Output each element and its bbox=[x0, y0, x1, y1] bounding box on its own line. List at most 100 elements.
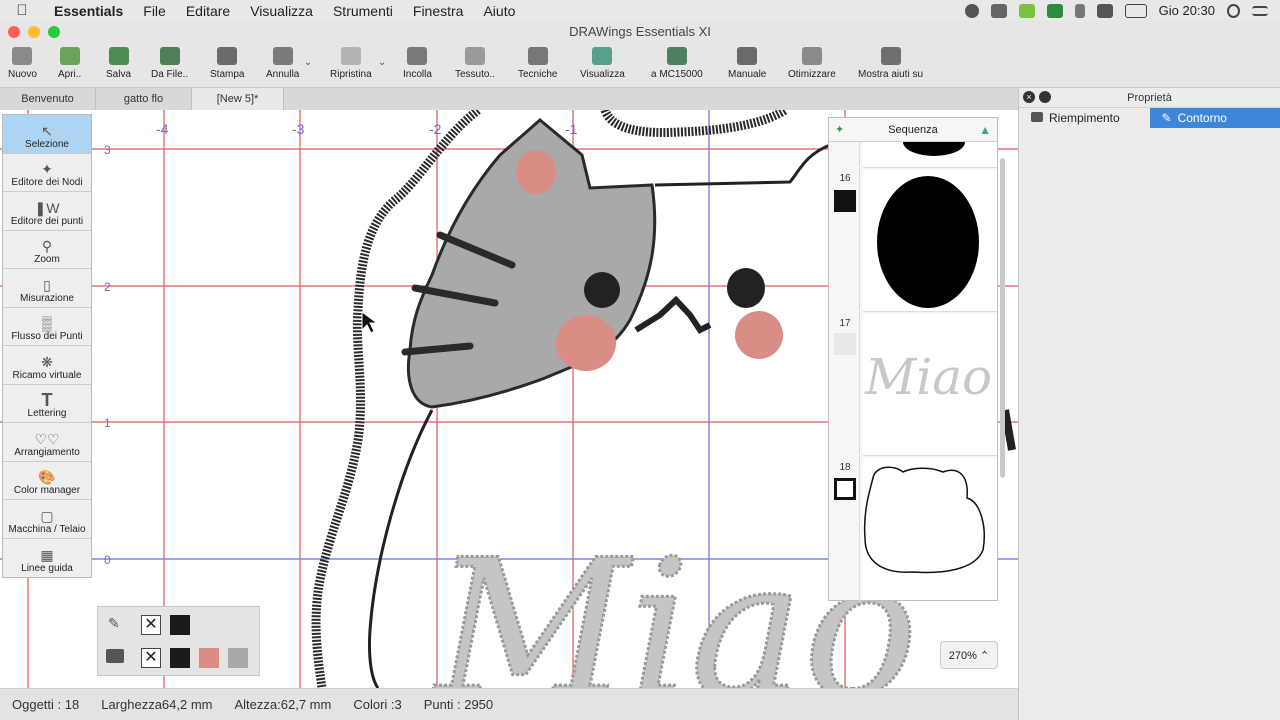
minimize-window-icon[interactable] bbox=[28, 26, 40, 38]
save-icon bbox=[108, 47, 129, 65]
show-help-button[interactable]: Mostra aiuti su bbox=[858, 47, 923, 80]
tool-lettering[interactable]: T Lettering bbox=[3, 385, 91, 423]
no-outline-swatch[interactable]: ✕ bbox=[141, 615, 161, 635]
new-document-icon bbox=[12, 47, 33, 65]
zoom-window-icon[interactable] bbox=[48, 26, 60, 38]
sequence-item[interactable] bbox=[863, 170, 997, 312]
tool-measure[interactable]: ▯ Misurazione bbox=[3, 269, 91, 308]
window-titlebar: DRAWings Essentials XI bbox=[0, 21, 1280, 43]
sequence-item[interactable] bbox=[863, 458, 997, 600]
app-c-icon[interactable] bbox=[1046, 3, 1063, 18]
status-colors: Colori :3 bbox=[353, 697, 402, 712]
techniques-button[interactable]: Tecniche bbox=[518, 47, 557, 80]
no-fill-swatch[interactable]: ✕ bbox=[141, 648, 161, 668]
sequence-item-number: 16 bbox=[839, 173, 851, 184]
new-button[interactable]: Nuovo bbox=[8, 47, 37, 80]
tool-node-editor[interactable]: ✦ Editore dei Nodi bbox=[3, 154, 91, 192]
tool-stitch-flow[interactable]: ▒ Flusso dei Punti bbox=[3, 308, 91, 346]
menu-view[interactable]: Visualizza bbox=[240, 3, 323, 19]
ruler-y-label: 0 bbox=[104, 553, 111, 567]
outline-black-swatch[interactable] bbox=[170, 615, 190, 635]
color-swatch-outline[interactable] bbox=[834, 478, 856, 500]
print-button[interactable]: Stampa bbox=[210, 47, 244, 80]
paste-button[interactable]: Incolla bbox=[403, 47, 432, 80]
redo-dropdown-chevron-icon[interactable]: ⌄ bbox=[378, 57, 386, 68]
cat-mouth bbox=[634, 295, 712, 334]
apple-icon[interactable]:  bbox=[0, 2, 44, 19]
menu-file[interactable]: File bbox=[133, 3, 176, 19]
sequence-item[interactable]: Miao bbox=[863, 314, 997, 456]
properties-title: Proprietà bbox=[1127, 92, 1172, 104]
outline-pencil-icon: ✎ bbox=[108, 615, 120, 631]
tool-zoom[interactable]: ⚲ Zoom bbox=[3, 231, 91, 269]
tab-fill[interactable]: Riempimento bbox=[1019, 108, 1150, 128]
color-swatch-black[interactable] bbox=[834, 190, 856, 212]
optimize-button[interactable]: Otimizzare bbox=[788, 47, 836, 80]
menu-window[interactable]: Finestra bbox=[403, 3, 474, 19]
manual-button[interactable]: Manuale bbox=[728, 47, 766, 80]
tool-arrangement[interactable]: ♡♡ Arrangiamento bbox=[3, 423, 91, 462]
techniques-icon bbox=[527, 47, 548, 65]
detach-panel-icon[interactable] bbox=[1039, 91, 1051, 103]
undo-button[interactable]: Annulla bbox=[266, 47, 299, 80]
menu-app[interactable]: Essentials bbox=[44, 3, 133, 19]
status-points: Punti : 2950 bbox=[423, 697, 494, 712]
paste-icon bbox=[407, 47, 428, 65]
tool-virtual-embroidery[interactable]: ❋ Ricamo virtuale bbox=[3, 346, 91, 385]
cat-eye bbox=[727, 268, 765, 308]
menu-help[interactable]: Aiuto bbox=[473, 3, 525, 19]
import-file-icon bbox=[159, 47, 180, 65]
sequence-collapse-icon[interactable]: ▲ bbox=[979, 118, 991, 142]
tab-new-5[interactable]: [New 5]* bbox=[192, 88, 284, 110]
guidelines-icon: ▦ bbox=[40, 547, 54, 563]
tab-welcome[interactable]: Benvenuto bbox=[0, 88, 96, 110]
edge-stitches bbox=[1001, 409, 1016, 451]
clock[interactable]: Gio 20:30 bbox=[1159, 3, 1215, 18]
sequence-item-partial[interactable] bbox=[863, 142, 997, 168]
ruler-icon: ▯ bbox=[43, 276, 51, 293]
running-line bbox=[654, 143, 831, 187]
control-center-icon[interactable] bbox=[1252, 5, 1268, 16]
undo-dropdown-chevron-icon[interactable]: ⌄ bbox=[304, 57, 312, 68]
tool-color-manager[interactable]: 🎨 Color manager bbox=[3, 462, 91, 500]
view-button[interactable]: Visualizza bbox=[580, 47, 625, 80]
sequence-scrollbar[interactable] bbox=[1000, 158, 1005, 478]
menu-edit[interactable]: Editare bbox=[176, 3, 240, 19]
machine-icon bbox=[666, 47, 687, 65]
cloud-icon[interactable] bbox=[990, 3, 1007, 18]
wifi-icon[interactable] bbox=[1096, 3, 1113, 18]
menu-tools[interactable]: Strumenti bbox=[323, 3, 403, 19]
close-window-icon[interactable] bbox=[8, 26, 20, 38]
key-icon[interactable] bbox=[1018, 3, 1035, 18]
hoop-icon: ▢ bbox=[40, 507, 54, 524]
redo-button[interactable]: Ripristina bbox=[330, 47, 372, 80]
sequence-add-icon[interactable]: ✦ bbox=[835, 118, 844, 142]
fill-black-swatch[interactable] bbox=[170, 648, 190, 668]
tool-guidelines[interactable]: ▦ Linee guida bbox=[3, 539, 91, 578]
fill-bucket-icon bbox=[106, 649, 124, 663]
open-button[interactable]: Apri.. bbox=[58, 47, 81, 80]
fill-gray-swatch[interactable] bbox=[228, 648, 248, 668]
fabric-button[interactable]: Tessuto.. bbox=[455, 47, 495, 80]
battery-icon[interactable] bbox=[1124, 3, 1147, 18]
ruler-x-label: -4 bbox=[156, 121, 169, 137]
color-swatch-gray[interactable] bbox=[834, 333, 856, 355]
spotlight-icon[interactable] bbox=[1227, 3, 1240, 18]
fill-pink-swatch[interactable] bbox=[199, 648, 219, 668]
bluetooth-icon[interactable] bbox=[1074, 3, 1085, 18]
record-icon[interactable] bbox=[964, 3, 979, 18]
tool-selection[interactable]: ↖ Selezione bbox=[3, 115, 91, 154]
tab-outline[interactable]: ✎ Contorno bbox=[1149, 108, 1280, 128]
from-file-button[interactable]: Da File.. bbox=[151, 47, 188, 80]
tool-machine-hoop[interactable]: ▢ Macchina / Telaio bbox=[3, 500, 91, 539]
zoom-level[interactable]: 270% ⌃ bbox=[940, 641, 998, 669]
open-folder-icon bbox=[59, 47, 80, 65]
tab-gatto-flo[interactable]: gatto flo bbox=[96, 88, 192, 110]
ruler-x-label: -3 bbox=[292, 121, 305, 137]
close-panel-icon[interactable]: × bbox=[1023, 91, 1035, 103]
send-to-machine-button[interactable]: a MC15000 bbox=[651, 47, 703, 80]
tool-point-editor[interactable]: ❚W Editore dei punti bbox=[3, 192, 91, 231]
miao-thumbnail-text: Miao bbox=[865, 348, 993, 406]
save-button[interactable]: Salva bbox=[106, 47, 131, 80]
node-editor-icon: ✦ bbox=[41, 161, 53, 177]
